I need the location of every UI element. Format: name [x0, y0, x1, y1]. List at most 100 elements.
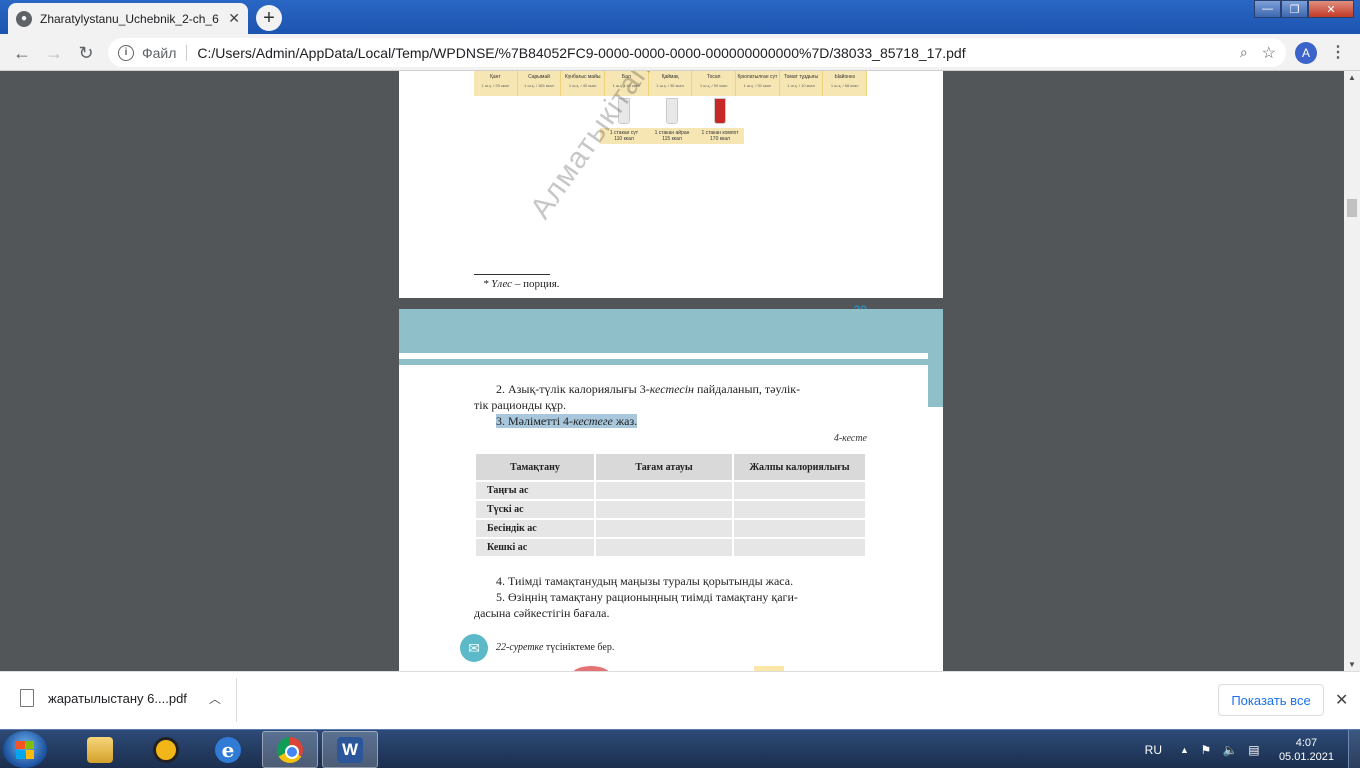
minimize-button[interactable]: —: [1254, 0, 1281, 18]
tab-close-icon[interactable]: ✕: [228, 10, 240, 27]
address-url[interactable]: C:/Users/Admin/AppData/Local/Temp/WPDNSE…: [197, 45, 965, 61]
meal-cell: Кешкі ас: [476, 539, 594, 556]
task-5: 5. Өзіңнің тамақтану рационыңның тиімді …: [496, 590, 798, 604]
food-item: Сарымай 1 ш.қ. / 165 ккал: [518, 71, 562, 96]
meal-table: Тамақтану Тағам атауы Жалпы калориялығы …: [474, 452, 867, 558]
kebab-menu-icon[interactable]: ⋮: [1330, 42, 1346, 62]
drink-item: 1 стакан компот 170 ккал: [696, 98, 744, 154]
new-tab-button[interactable]: +: [256, 5, 282, 31]
download-item[interactable]: жаратылыстану 6....pdf ︿: [20, 689, 221, 707]
downloads-bar: жаратылыстану 6....pdf ︿ Показать все ✕: [0, 671, 1360, 729]
clock[interactable]: 4:07 05.01.2021: [1279, 736, 1334, 764]
task-3: 3. Мәліметті 4-кестеге жаз.: [496, 414, 638, 428]
browser-titlebar: ● Zharatylystanu_Uchebnik_2-ch_6 ✕ + — ❐…: [0, 0, 1360, 34]
drink-item: 1 стакан айран 115 ккал: [648, 98, 696, 154]
show-desktop-button[interactable]: [1348, 730, 1360, 768]
flag-icon[interactable]: ⚑: [1199, 743, 1213, 757]
aimp-icon: [153, 736, 179, 763]
clock-date: 05.01.2021: [1278, 750, 1334, 763]
meal-cell: Түскі ас: [476, 501, 594, 518]
food-item: Қоюлатылған сүт 1 ш.қ. / 30 ккал: [736, 71, 780, 96]
info-icon[interactable]: i: [118, 44, 134, 61]
maximize-button[interactable]: ❐: [1281, 0, 1308, 18]
task-2: 2. Азық-түлік калориялығы 3-кестесін пай…: [496, 382, 801, 396]
taskbar-word[interactable]: W: [322, 731, 378, 768]
word-icon: W: [337, 736, 363, 763]
meal-cell: Таңғы ас: [476, 482, 594, 499]
empty-cell: [734, 482, 865, 499]
windows-logo-icon: [16, 740, 34, 759]
table-label: 4-кесте: [833, 433, 867, 444]
task-5-cont: дасына сәйкестігін бағала.: [474, 606, 610, 620]
pdf-viewer[interactable]: Қант 1 ш.қ. / 25 ккал Сарымай 1 ш.қ. / 165…: [0, 71, 1360, 671]
back-arrow-icon[interactable]: ←: [10, 41, 34, 65]
food-item: Тосап 1 ш.қ. / 50 ккал: [692, 71, 737, 96]
food-calorie-strip: Қант 1 ш.қ. / 25 ккал Сарымай 1 ш.қ. / 165…: [474, 71, 868, 96]
browser-tab[interactable]: ● Zharatylystanu_Uchebnik_2-ch_6 ✕: [8, 3, 248, 34]
volume-icon[interactable]: 🔈: [1222, 743, 1237, 757]
footnote-divider: [474, 274, 550, 275]
show-all-button[interactable]: Показать все: [1218, 684, 1324, 716]
meal-cell: Бесіндік ас: [476, 520, 594, 537]
empty-cell: [734, 501, 865, 518]
scroll-down-icon[interactable]: ▼: [1348, 660, 1356, 669]
header-band: [399, 309, 943, 353]
divider: [236, 678, 237, 722]
table-row: Бесіндік ас: [476, 520, 865, 537]
table-row: Таңғы ас: [476, 482, 865, 499]
empty-cell: [734, 520, 865, 537]
tray-expand-icon[interactable]: ▲: [1180, 745, 1189, 755]
table-header: Тамақтану: [476, 454, 594, 480]
language-indicator[interactable]: RU: [1145, 743, 1162, 757]
address-scheme: Файл: [142, 44, 188, 61]
chevron-up-icon[interactable]: ︿: [209, 690, 221, 707]
figure-caption: 22-суретке түсініктеме бер.: [496, 642, 615, 653]
table-header-row: Тамақтану Тағам атауы Жалпы калориялығы: [476, 454, 865, 480]
task-2-cont: тік рационды құр.: [474, 398, 566, 412]
taskbar-chrome[interactable]: [262, 731, 318, 768]
empty-cell: [734, 539, 865, 556]
close-icon[interactable]: ✕: [1335, 690, 1348, 710]
footnote: * Үлес – порция.: [483, 278, 560, 290]
download-filename[interactable]: жаратылыстану 6....pdf: [48, 691, 187, 706]
document-icon: [20, 689, 34, 707]
system-tray: RU ▲ ⚑ 🔈 ▤ 4:07 05.01.2021: [1145, 730, 1360, 768]
folder-icon: [87, 736, 113, 763]
empty-cell: [596, 501, 732, 518]
start-button[interactable]: [3, 731, 47, 768]
zoom-icon[interactable]: ⌕: [1240, 44, 1248, 61]
network-icon[interactable]: ▤: [1247, 743, 1261, 757]
forward-arrow-icon[interactable]: →: [42, 41, 66, 65]
scroll-up-icon[interactable]: ▲: [1348, 73, 1356, 82]
vertical-scrollbar[interactable]: ▲ ▼: [1344, 71, 1360, 671]
header-stripe: [399, 359, 928, 365]
empty-cell: [596, 520, 732, 537]
taskbar-ie[interactable]: e: [200, 731, 256, 768]
food-item: Күнбағыс майы 1 ш.қ. / 40 ккал: [561, 71, 606, 96]
reload-icon[interactable]: ↻: [74, 41, 98, 65]
empty-cell: [596, 539, 732, 556]
ayran-glass-icon: [666, 98, 678, 124]
taskbar-explorer[interactable]: [72, 731, 128, 768]
food-item: Томат тұздығы 1 ш.қ. / 10 ккал: [780, 71, 824, 96]
empty-cell: [596, 482, 732, 499]
compote-glass-icon: [714, 98, 726, 124]
taskbar-aimp[interactable]: [138, 731, 194, 768]
internet-explorer-icon: e: [215, 736, 241, 763]
scrollbar-thumb[interactable]: [1347, 199, 1357, 217]
task-4: 4. Тиімді тамақтанудың маңызы туралы қор…: [496, 574, 794, 588]
table-header: Жалпы калориялығы: [734, 454, 865, 480]
address-bar[interactable]: i Файл C:/Users/Admin/AppData/Local/Temp…: [108, 38, 1286, 67]
table-header: Тағам атауы: [596, 454, 732, 480]
window-close-button[interactable]: ✕: [1308, 0, 1354, 18]
side-band: [928, 353, 943, 407]
pdf-page-39: Қант 1 ш.қ. / 25 ккал Сарымай 1 ш.қ. / 165…: [399, 71, 943, 317]
browser-toolbar: ← → ↻ i Файл C:/Users/Admin/AppData/Loca…: [0, 34, 1360, 71]
clock-time: 4:07: [1295, 736, 1318, 749]
windows-taskbar: e W RU ▲ ⚑ 🔈 ▤ 4:07 05.01.2021: [0, 729, 1360, 768]
bookmark-star-icon[interactable]: ☆: [1262, 43, 1276, 63]
table-row: Түскі ас: [476, 501, 865, 518]
globe-icon: ●: [16, 10, 32, 27]
profile-avatar[interactable]: A: [1295, 42, 1317, 64]
envelope-icon: ✉: [460, 634, 488, 662]
